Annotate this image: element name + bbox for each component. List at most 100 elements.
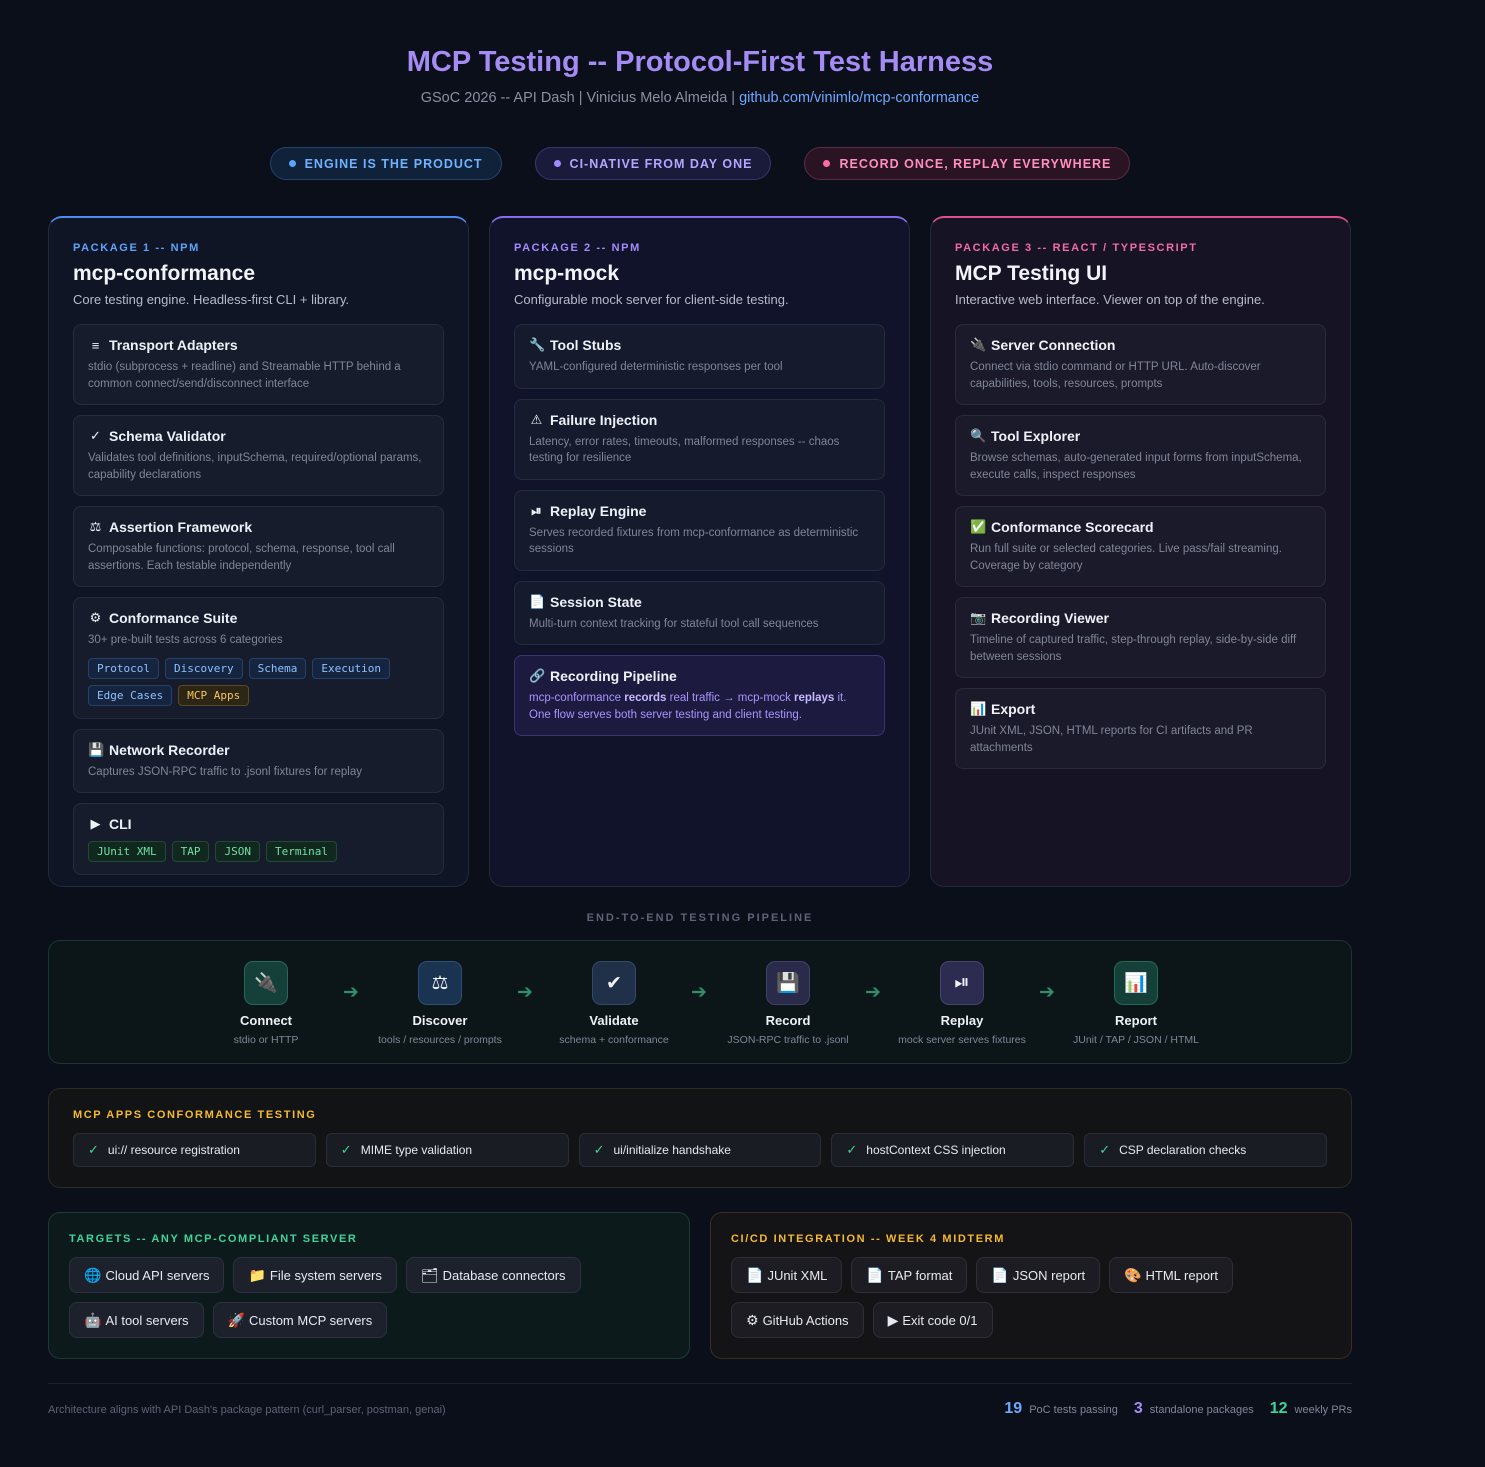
stat-label: PoC tests passing	[1029, 1404, 1118, 1416]
feature-title: Transport Adapters	[109, 337, 238, 353]
feature-desc: JUnit XML, JSON, HTML reports for CI art…	[970, 725, 1253, 754]
stat-poc-tests: 19 PoC tests passing	[1004, 1400, 1117, 1418]
feature-assertion-framework: ⚖ Assertion Framework Composable function…	[73, 506, 444, 587]
page-subtitle: GSoC 2026 -- API Dash | Vinicius Melo Al…	[0, 90, 1400, 106]
feature-desc: stdio (subprocess + readline) and Stream…	[88, 361, 401, 390]
stage-sub: mock server serves fixtures	[898, 1034, 1026, 1046]
chip-github-actions: ⚙ GitHub Actions	[731, 1302, 864, 1338]
chip-label: Cloud API servers	[105, 1267, 210, 1283]
gear-icon: ⚙	[89, 610, 102, 625]
play-icon: ▶	[887, 1311, 899, 1328]
chip-exit-code: ▶ Exit code 0/1	[872, 1302, 993, 1338]
chip-label: HTML report	[1145, 1267, 1218, 1283]
chip-label: JSON report	[1012, 1267, 1086, 1283]
plug-icon: 🔌	[244, 961, 288, 1005]
repo-link[interactable]: github.com/vinimlo/mcp-conformance	[739, 90, 979, 106]
stage-sub: tools / resources / prompts	[378, 1034, 502, 1046]
desc-part: mcp-conformance	[529, 692, 625, 704]
desc-emphasis: records	[624, 692, 667, 704]
apps-conformance-panel: MCP APPS CONFORMANCE TESTING ✓ ui:// reso…	[48, 1088, 1352, 1188]
check-icon: ✓	[1099, 1142, 1111, 1157]
desc-part: real traffic → mcp-mock	[666, 692, 795, 704]
pipeline-label: END-TO-END TESTING PIPELINE	[586, 912, 814, 924]
camera-icon: 📷	[970, 610, 987, 625]
tag-execution: Execution	[312, 657, 390, 679]
check-label: ui/initialize handshake	[613, 1143, 731, 1157]
panel-title: CI/CD INTEGRATION -- WEEK 4 MIDTERM	[731, 1233, 1005, 1245]
stage-connect: 🔌 Connect stdio or HTTP	[181, 961, 351, 1046]
stage-sub: JUnit / TAP / JSON / HTML	[1072, 1034, 1200, 1046]
feature-replay-engine: ⏯ Replay Engine Serves recorded fixtures …	[514, 489, 885, 571]
card-index-icon: 🗂	[420, 1266, 439, 1283]
package-desc: Core testing engine. Headless-first CLI …	[73, 292, 350, 307]
chip-tap-format: 📄 TAP format	[851, 1257, 968, 1293]
chip-junit-xml: 📄 JUnit XML	[731, 1257, 843, 1293]
pill-label: RECORD ONCE, REPLAY EVERYWHERE	[839, 156, 1112, 171]
feature-desc: Multi-turn context tracking for stateful…	[529, 617, 819, 630]
floppy-disk-icon: 💾	[766, 961, 810, 1005]
desc-emphasis: replays	[794, 692, 835, 704]
package-card-ui: PACKAGE 3 -- REACT / TYPESCRIPT MCP Test…	[930, 216, 1351, 887]
desc-part: it.	[834, 692, 847, 704]
tag-json: JSON	[215, 841, 260, 862]
feature-network-recorder: 💾 Network Recorder Captures JSON-RPC traf…	[73, 728, 444, 793]
panel-title: MCP APPS CONFORMANCE TESTING	[73, 1109, 317, 1121]
tag-terminal: Terminal	[265, 841, 337, 862]
category-tags: Protocol Discovery Schema Execution Edge…	[88, 657, 429, 706]
stat-label: weekly PRs	[1294, 1404, 1352, 1416]
feature-desc: Browse schemas, auto-generated input for…	[970, 452, 1302, 481]
package-desc: Interactive web interface. Viewer on top…	[955, 292, 1265, 307]
feature-title: Assertion Framework	[109, 519, 253, 535]
document-icon: 📄	[746, 1266, 764, 1283]
pill-engine: ENGINE IS THE PRODUCT	[269, 147, 502, 180]
target-chips: 🌐 Cloud API servers 📁 File system servers …	[69, 1257, 669, 1338]
tag-schema: Schema	[248, 657, 307, 679]
chip-label: Exit code 0/1	[902, 1312, 978, 1328]
bar-chart-icon: 📊	[1114, 961, 1158, 1005]
stage-report: 📊 Report JUnit / TAP / JSON / HTML	[1051, 961, 1221, 1046]
stage-name: Validate	[589, 1013, 639, 1028]
pipeline-panel: 🔌 Connect stdio or HTTP ➔ ⚖ Discover too…	[48, 940, 1352, 1064]
feature-desc: Validates tool definitions, inputSchema,…	[88, 452, 422, 481]
principle-pills: ENGINE IS THE PRODUCT CI-NATIVE FROM DAY…	[0, 147, 1400, 180]
chip-label: File system servers	[269, 1267, 382, 1283]
link-icon: 🔗	[529, 668, 546, 683]
play-icon: ▶	[90, 816, 101, 831]
palette-icon: 🎨	[1124, 1266, 1142, 1283]
stage-validate: ✔ Validate schema + conformance	[529, 961, 699, 1046]
warning-icon: ⚠	[530, 411, 543, 427]
scale-icon: ⚖	[89, 519, 102, 534]
check-icon: ✓	[593, 1142, 605, 1157]
package-card-conformance: PACKAGE 1 -- NPM mcp-conformance Core te…	[48, 216, 469, 887]
check-label: CSP declaration checks	[1119, 1143, 1247, 1157]
tag-discovery: Discovery	[164, 657, 243, 679]
chip-label: TAP format	[887, 1267, 953, 1283]
feature-desc: Serves recorded fixtures from mcp-confor…	[529, 526, 859, 556]
feature-title: Tool Explorer	[991, 428, 1081, 444]
check-item: ✓ ui/initialize handshake	[578, 1133, 822, 1167]
package-tag: PACKAGE 1 -- NPM	[73, 242, 200, 254]
stage-name: Report	[1115, 1013, 1157, 1028]
check-item: ✓ hostContext CSS injection	[831, 1133, 1075, 1167]
check-icon: ✔	[592, 961, 636, 1005]
check-icon: ✓	[846, 1142, 858, 1157]
feature-title: CLI	[109, 816, 132, 832]
stage-record: 💾 Record JSON-RPC traffic to .jsonl	[703, 961, 873, 1046]
feature-desc: Connect via stdio command or HTTP URL. A…	[970, 361, 1261, 390]
feature-list: ≡ Transport Adapters stdio (subprocess + …	[73, 324, 444, 875]
feature-session-state: 📄 Session State Multi-turn context tracki…	[514, 580, 885, 645]
feature-export: 📊 Export JUnit XML, JSON, HTML reports fo…	[955, 688, 1326, 769]
chip-json-report: 📄 JSON report	[976, 1257, 1101, 1293]
scale-icon: ⚖	[418, 961, 462, 1005]
rocket-icon: 🚀	[227, 1311, 245, 1328]
feature-schema-validator: ✓ Schema Validator Validates tool definit…	[73, 415, 444, 496]
stage-name: Replay	[940, 1013, 984, 1028]
wrench-icon: 🔧	[529, 337, 546, 352]
stage-name: Record	[765, 1013, 811, 1028]
feature-title: Server Connection	[991, 337, 1116, 353]
pill-label: ENGINE IS THE PRODUCT	[304, 156, 483, 171]
pill-ci-native: CI-NATIVE FROM DAY ONE	[534, 147, 772, 180]
feature-title: Conformance Suite	[109, 610, 238, 626]
dot-icon	[553, 160, 561, 167]
feature-desc: 30+ pre-built tests across 6 categories	[88, 634, 283, 646]
